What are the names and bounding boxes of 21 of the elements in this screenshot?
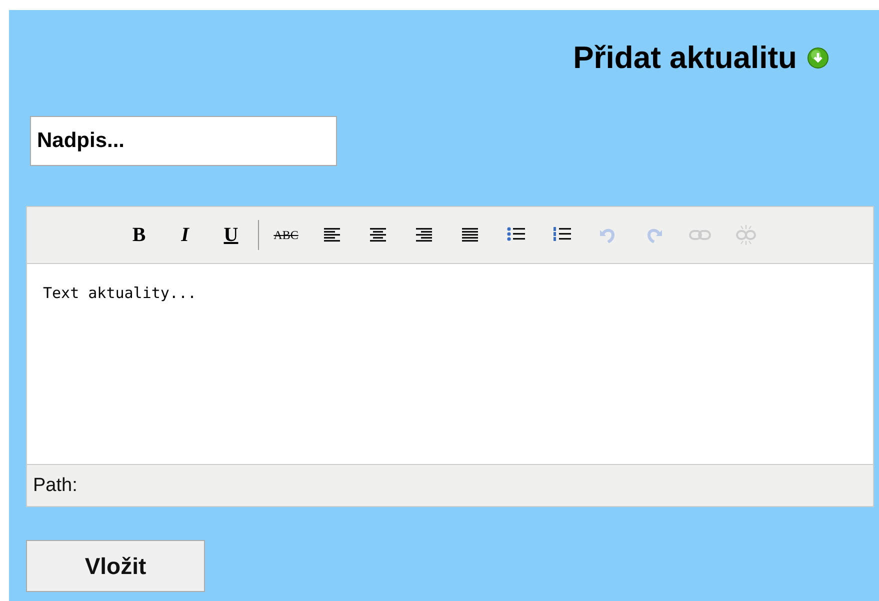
bullet-list-icon bbox=[507, 227, 525, 243]
title-field[interactable]: Nadpis... bbox=[30, 116, 337, 166]
italic-button[interactable]: I bbox=[164, 219, 206, 251]
chain-link-icon bbox=[689, 229, 711, 241]
numbered-list-icon bbox=[553, 227, 571, 243]
text-area[interactable]: Text aktuality... bbox=[27, 264, 873, 464]
align-right-icon bbox=[416, 228, 432, 242]
broken-link-icon bbox=[735, 224, 757, 246]
download-icon[interactable] bbox=[807, 47, 829, 69]
underline-button[interactable]: U bbox=[210, 219, 252, 251]
submit-button[interactable]: Vložit bbox=[26, 540, 205, 592]
editor-content: Text aktuality... bbox=[43, 284, 197, 302]
undo-icon bbox=[599, 227, 617, 243]
strikethrough-button[interactable]: ABC bbox=[265, 219, 307, 251]
redo-icon bbox=[645, 227, 663, 243]
bold-button[interactable]: B bbox=[118, 219, 160, 251]
page-heading: Přidat aktualitu bbox=[573, 40, 797, 76]
align-left-icon bbox=[324, 228, 340, 242]
align-center-icon bbox=[370, 228, 386, 242]
justify-icon bbox=[462, 228, 478, 242]
path-label: Path: bbox=[33, 474, 78, 496]
